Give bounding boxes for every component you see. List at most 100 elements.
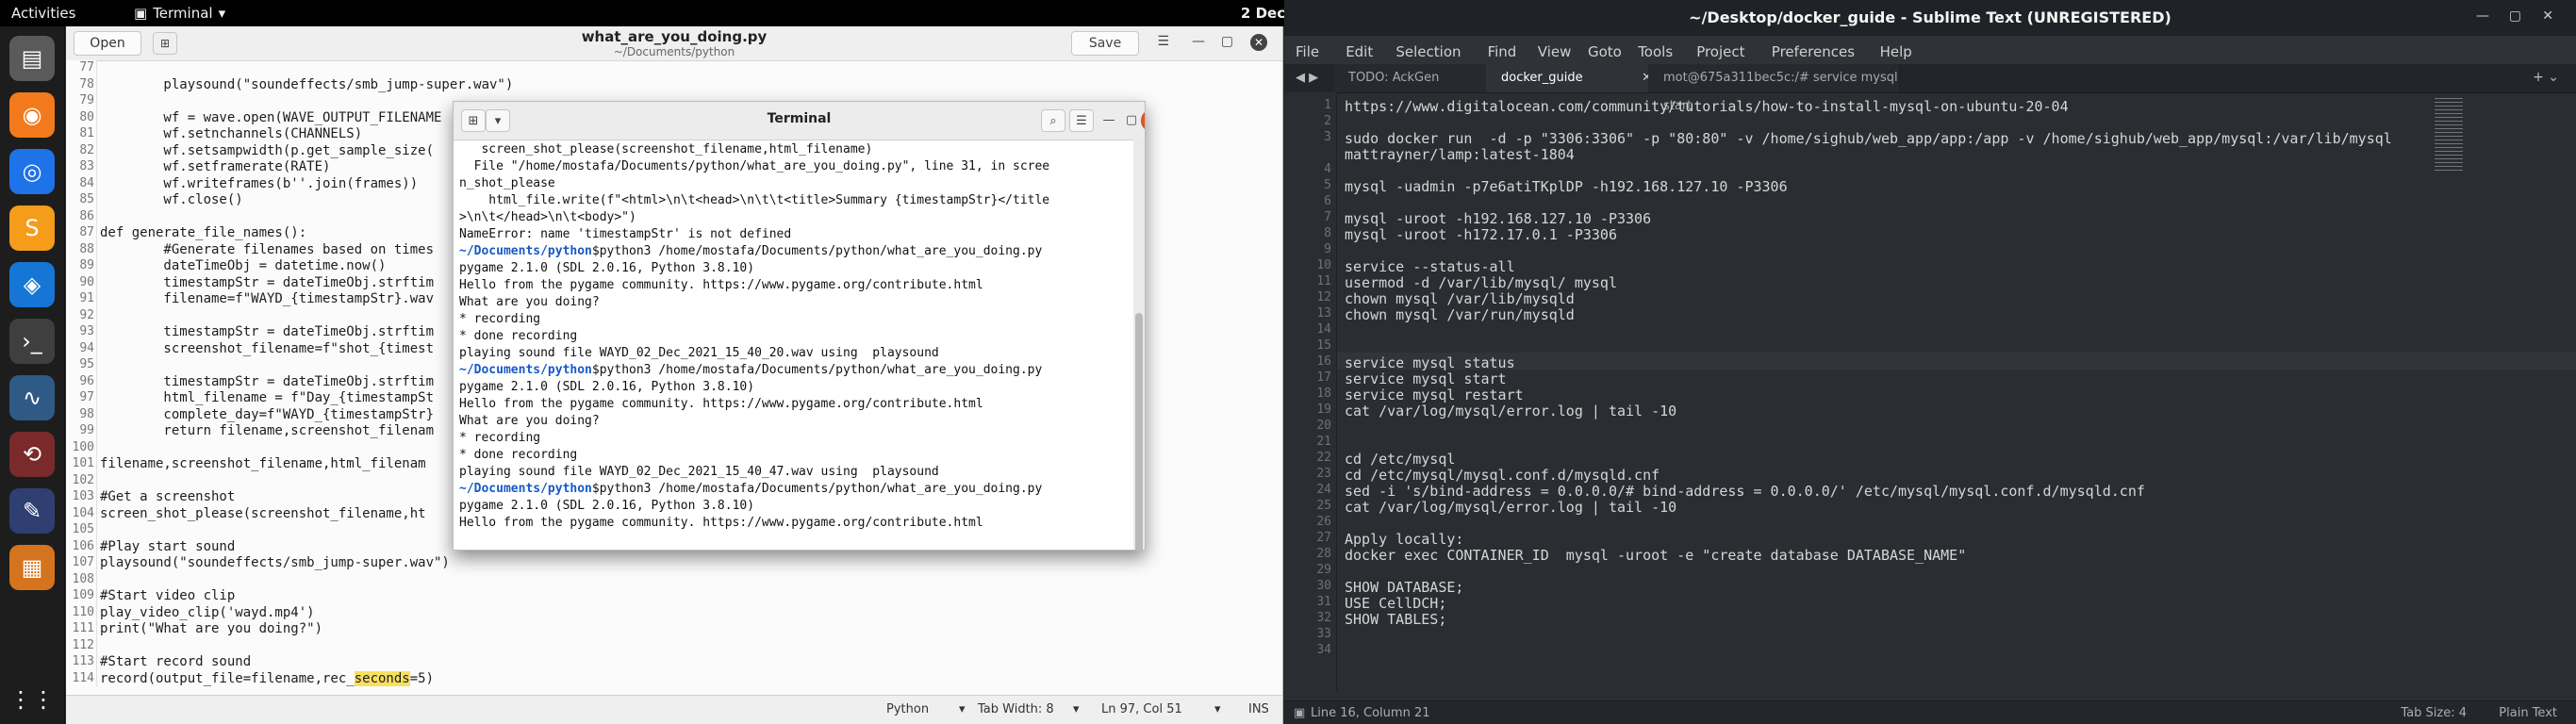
terminal-scrollbar[interactable] (1133, 140, 1145, 550)
chrome-icon[interactable]: ◎ (9, 149, 55, 194)
minimize-icon[interactable]: — (1098, 109, 1120, 130)
terminal-icon[interactable]: ›_ (9, 319, 55, 364)
terminal-output[interactable]: screen_shot_please(screenshot_filename,h… (459, 141, 1131, 550)
apps-grid-icon[interactable]: ⋮⋮ (9, 677, 55, 722)
code-line[interactable]: service --status-all (1345, 258, 1515, 275)
maximize-icon[interactable]: ▢ (1221, 34, 1233, 49)
code-line[interactable]: SHOW TABLES; (1345, 611, 1446, 628)
activities-button[interactable]: Activities (11, 5, 75, 22)
code-line[interactable]: screen_shot_please(screenshot_filename,h… (100, 506, 426, 521)
maximize-icon[interactable]: ▢ (1120, 109, 1143, 130)
code-line[interactable]: sudo docker run -d -p "3306:3306" -p "80… (1345, 130, 2392, 147)
code-line[interactable]: cat /var/log/mysql/error.log | tail -10 (1345, 403, 1676, 420)
minimize-icon[interactable]: — (1192, 34, 1205, 49)
code-line[interactable]: service mysql status (1345, 354, 1515, 371)
code-line[interactable]: cat /var/log/mysql/error.log | tail -10 (1345, 499, 1676, 516)
code-line[interactable]: screenshot_filename=f"shot_{timest (100, 341, 434, 356)
tab-size[interactable]: Tab Size: 4 (2401, 706, 2467, 720)
code-line[interactable]: print("What are you doing?") (100, 621, 322, 636)
code-line[interactable]: wf = wave.open(WAVE_OUTPUT_FILENAME (100, 110, 441, 125)
firefox-icon[interactable]: ◉ (9, 92, 55, 138)
sublime-icon[interactable]: S (9, 206, 55, 251)
code-line[interactable]: dateTimeObj = datetime.now() (100, 258, 386, 273)
minimap[interactable] (2435, 98, 2463, 173)
code-line[interactable]: mysql -uroot -h192.168.127.10 -P3306 (1345, 210, 1651, 227)
code-line[interactable]: wf.setsampwidth(p.get_sample_size( (100, 143, 434, 158)
menu-item-selection[interactable]: Selection (1395, 43, 1461, 60)
tab-width-selector[interactable]: Tab Width: 8 (978, 702, 1054, 716)
code-line[interactable]: SHOW DATABASE; (1345, 579, 1463, 596)
monitor-icon[interactable]: ∿ (9, 375, 55, 420)
code-line[interactable]: playsound("soundeffects/smb_jump-super.w… (100, 77, 513, 92)
menu-item-edit[interactable]: Edit (1346, 43, 1373, 60)
code-line[interactable]: USE CellDCH; (1345, 595, 1446, 612)
code-line[interactable]: mysql -uadmin -p7e6atiTKplDP -h192.168.1… (1345, 178, 1788, 195)
add-tab-icon[interactable]: + ⌄ (2533, 70, 2559, 85)
save-button[interactable]: Save (1071, 31, 1139, 56)
menu-item-find[interactable]: Find (1488, 43, 1517, 60)
scrollbar-thumb[interactable] (1135, 313, 1143, 550)
search-icon[interactable]: ⌕ (1041, 109, 1065, 132)
code-line[interactable]: Apply locally: (1345, 531, 1463, 548)
tab-todo[interactable]: TODO: AckGen (1333, 64, 1500, 92)
menu-item-project[interactable]: Project (1696, 43, 1744, 60)
code-line[interactable]: chown mysql /var/run/mysqld (1345, 306, 1575, 323)
syntax-selector[interactable]: Plain Text (2499, 706, 2557, 720)
code-line[interactable]: mysql -uroot -h172.17.0.1 -P3306 (1345, 226, 1617, 243)
minimize-icon[interactable]: — (2476, 8, 2489, 24)
code-line[interactable]: filename,screenshot_filename,html_filena… (100, 456, 426, 471)
menu-item-view[interactable]: View (1538, 43, 1572, 60)
code-line[interactable]: playsound("soundeffects/smb_jump-super.w… (100, 555, 450, 570)
code-line[interactable]: mattrayner/lamp:latest-1804 (1345, 146, 1575, 163)
maximize-icon[interactable]: ▢ (2509, 8, 2521, 24)
code-line[interactable]: timestampStr = dateTimeObj.strftim (100, 324, 434, 339)
code-line[interactable]: record(output_file=filename,rec_seconds=… (100, 670, 434, 686)
app-menu[interactable]: ▣ Terminal ▾ (134, 5, 225, 22)
code-line[interactable]: wf.setframerate(RATE) (100, 159, 330, 174)
text-editor-icon[interactable]: ✎ (9, 488, 55, 534)
tab-docker-guide[interactable]: docker_guide ✕ (1486, 64, 1662, 92)
code-line[interactable]: docker exec CONTAINER_ID mysql -uroot -e… (1345, 547, 1966, 564)
code-line[interactable]: cd /etc/mysql (1345, 451, 1455, 468)
code-line[interactable]: #Start record sound (100, 654, 251, 669)
files-icon[interactable]: ▤ (9, 36, 55, 81)
menu-item-preferences[interactable]: Preferences (1772, 43, 1855, 60)
code-line[interactable]: #Start video clip (100, 588, 235, 603)
code-line[interactable]: #Get a screenshot (100, 489, 235, 504)
vscode-icon[interactable]: ◈ (9, 262, 55, 307)
code-line[interactable]: timestampStr = dateTimeObj.strftim (100, 374, 434, 389)
menu-item-goto[interactable]: Goto (1588, 43, 1622, 60)
code-line[interactable]: complete_day=f"WAYD_{timestampStr} (100, 407, 434, 422)
code-line[interactable]: filename=f"WAYD_{timestampStr}.wav (100, 291, 434, 306)
code-line[interactable]: timestampStr = dateTimeObj.strftim (100, 275, 434, 290)
panel-icon[interactable]: ▣ (1294, 706, 1305, 720)
code-line[interactable]: cd /etc/mysql/mysql.conf.d/mysqld.cnf (1345, 467, 1660, 484)
tab-nav-icon[interactable]: ◀ ▶ (1296, 71, 1318, 85)
code-line[interactable]: #Generate filenames based on times (100, 242, 434, 257)
code-line[interactable]: html_filename = f"Day_{timestampSt (100, 390, 434, 405)
close-icon[interactable]: ✕ (1250, 34, 1267, 51)
code-line[interactable]: play_video_clip('wayd.mp4') (100, 605, 315, 620)
code-line[interactable]: sed -i 's/bind-address = 0.0.0.0/# bind-… (1345, 483, 2145, 500)
code-area[interactable]: 1 https://www.digitalocean.com/community/… (1284, 92, 2576, 692)
document-icon[interactable]: ▦ (9, 545, 55, 590)
code-line[interactable]: service mysql start (1345, 370, 1507, 387)
code-line[interactable]: chown mysql /var/lib/mysqld (1345, 290, 1575, 307)
tab-terminal-command[interactable]: mot@675a311bec5c:/# service mysql start (1648, 64, 1900, 113)
code-line[interactable]: wf.writeframes(b''.join(frames)) (100, 176, 418, 191)
oscilloscope-icon[interactable]: ⟲ (9, 432, 55, 477)
code-line[interactable]: wf.close() (100, 192, 242, 207)
code-line[interactable]: service mysql restart (1345, 387, 1524, 403)
code-line[interactable]: usermod -d /var/lib/mysql/ mysql (1345, 274, 1617, 291)
cursor-position[interactable]: Ln 97, Col 51 (1101, 702, 1182, 716)
language-selector[interactable]: Python (886, 702, 929, 716)
menu-item-file[interactable]: File (1296, 43, 1319, 60)
menu-item-help[interactable]: Help (1880, 43, 1912, 60)
code-line[interactable]: https://www.digitalocean.com/community/t… (1345, 98, 2069, 115)
code-line[interactable]: #Play start sound (100, 539, 235, 554)
code-line[interactable]: return filename,screenshot_filenam (100, 423, 434, 438)
menu-icon[interactable]: ☰ (1157, 34, 1169, 49)
close-icon[interactable]: ✕ (2542, 8, 2553, 24)
menu-item-tools[interactable]: Tools (1638, 43, 1673, 60)
menu-icon[interactable]: ☰ (1069, 109, 1094, 132)
